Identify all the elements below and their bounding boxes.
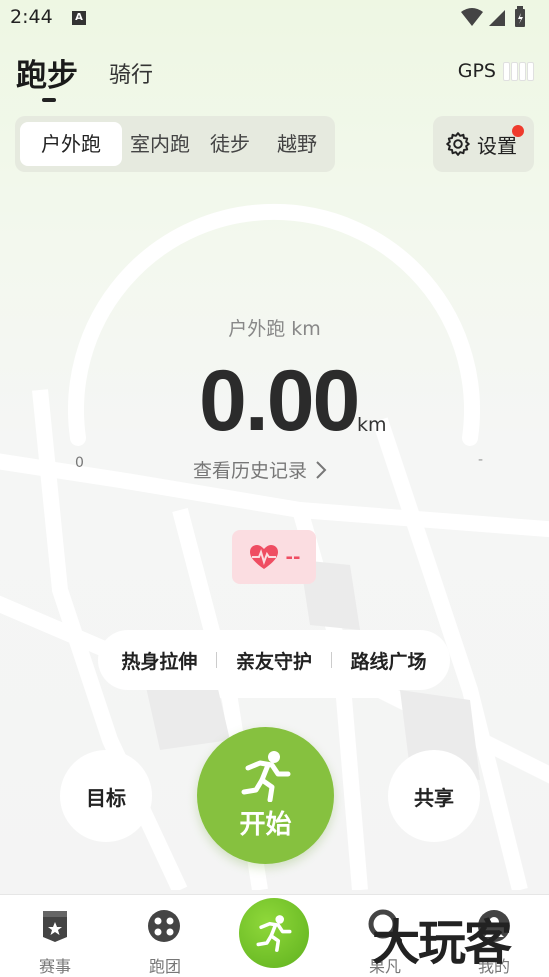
gps-indicator: GPS — [458, 60, 533, 82]
nav-item-run[interactable] — [239, 898, 309, 968]
tab-cycling[interactable]: 骑行 — [109, 57, 153, 89]
nav-label-events: 赛事 — [38, 957, 71, 976]
gear-icon — [446, 132, 470, 156]
group-icon — [148, 910, 180, 942]
mode-outdoor-run[interactable]: 户外跑 — [20, 122, 122, 166]
history-link[interactable]: 查看历史记录 — [193, 456, 327, 483]
goal-label: 目标 — [86, 785, 126, 810]
start-button[interactable]: 开始 — [197, 727, 334, 864]
heart-rate-badge[interactable]: -- — [232, 530, 316, 584]
warmup-stretch-link[interactable]: 热身拉伸 — [121, 647, 197, 674]
heart-rate-value: -- — [285, 546, 301, 568]
heart-rate-icon — [249, 545, 278, 569]
notification-icon: A — [72, 11, 86, 25]
nav-label-running-club: 跑团 — [148, 957, 181, 976]
settings-label: 设置 — [477, 133, 517, 158]
mode-hiking[interactable]: 徒步 — [201, 122, 259, 166]
wifi-icon — [461, 8, 483, 26]
status-bar: 2:44 A — [0, 0, 549, 36]
nav-item-running-club[interactable]: 跑团 — [110, 895, 220, 977]
signal-icon — [489, 10, 505, 26]
gps-signal-icon — [504, 62, 533, 80]
distance-value: 0.00 — [199, 353, 360, 449]
gps-label: GPS — [457, 60, 496, 82]
run-mode-selector: 户外跑 室内跑 徒步 越野 — [15, 116, 335, 172]
history-link-label: 查看历史记录 — [193, 460, 308, 482]
gauge-min-label: 0 — [75, 455, 84, 471]
share-label: 共享 — [414, 785, 454, 810]
mode-trail-run[interactable]: 越野 — [268, 122, 326, 166]
goal-button[interactable]: 目标 — [60, 750, 152, 842]
route-plaza-link[interactable]: 路线广场 — [351, 647, 427, 674]
running-person-icon — [241, 751, 290, 802]
notification-dot — [512, 125, 524, 137]
quick-links: 热身拉伸 亲友守护 路线广场 — [98, 630, 450, 690]
system-status-icons — [461, 6, 525, 27]
start-label: 开始 — [239, 810, 292, 840]
mode-indoor-run[interactable]: 室内跑 — [122, 122, 198, 166]
family-guard-link[interactable]: 亲友守护 — [236, 647, 312, 674]
medal-icon — [43, 911, 67, 942]
settings-button[interactable]: 设置 — [433, 116, 534, 172]
run-icon — [256, 915, 292, 952]
distance-unit: km — [357, 414, 387, 436]
status-time: 2:44 — [10, 6, 53, 28]
gauge-label: 户外跑 km — [228, 318, 321, 340]
nav-item-events[interactable]: 赛事 — [0, 895, 110, 977]
active-tab-indicator — [42, 98, 56, 102]
tab-running[interactable]: 跑步 — [16, 50, 78, 95]
divider — [330, 652, 332, 668]
gauge-max-label: - — [478, 452, 484, 468]
watermark: 大玩客 — [372, 915, 512, 971]
share-button[interactable]: 共享 — [388, 750, 480, 842]
chevron-right-icon — [316, 460, 327, 479]
divider — [216, 652, 218, 668]
